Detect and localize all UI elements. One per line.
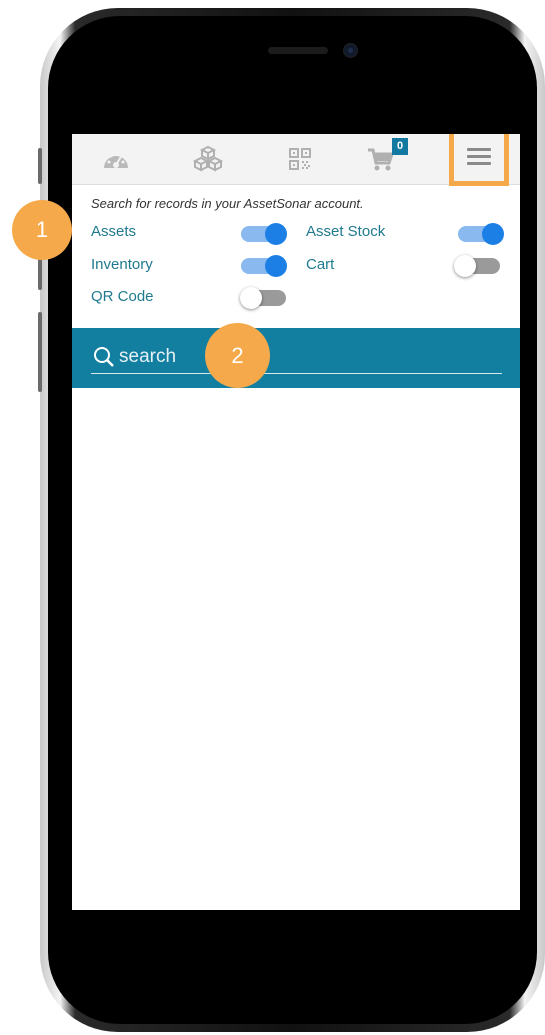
qr-code-icon[interactable] bbox=[283, 144, 317, 174]
search-field bbox=[91, 341, 502, 374]
search-icon bbox=[94, 347, 114, 367]
search-bar bbox=[72, 328, 520, 388]
filter-toggle-asset-stock[interactable] bbox=[458, 223, 504, 245]
dashboard-icon[interactable] bbox=[99, 144, 133, 174]
filter-label-qr-code: QR Code bbox=[91, 288, 154, 305]
step-2-callout: 2 bbox=[205, 323, 270, 388]
phone-speaker bbox=[268, 47, 328, 54]
filter-toggle-cart[interactable] bbox=[454, 255, 500, 277]
filter-toggle-inventory[interactable] bbox=[241, 255, 287, 277]
phone-camera bbox=[343, 43, 358, 58]
assets-cubes-icon[interactable] bbox=[191, 144, 225, 174]
filter-toggle-qr-code[interactable] bbox=[240, 287, 286, 309]
filter-label-inventory: Inventory bbox=[91, 256, 153, 273]
step-1-callout: 1 bbox=[12, 200, 72, 260]
phone-side-button bbox=[38, 148, 42, 184]
app-screen: 0 Search for records in your AssetSonar … bbox=[72, 134, 520, 910]
filter-label-assets: Assets bbox=[91, 223, 137, 240]
filter-label-asset-stock: Asset Stock bbox=[306, 223, 386, 240]
search-input[interactable] bbox=[119, 344, 489, 370]
phone-side-button bbox=[38, 312, 42, 392]
top-toolbar: 0 bbox=[72, 134, 520, 186]
hamburger-menu-icon bbox=[467, 144, 491, 169]
filter-toggle-assets[interactable] bbox=[241, 223, 287, 245]
filter-label-cart: Cart bbox=[306, 256, 335, 273]
hamburger-menu-button[interactable] bbox=[449, 134, 509, 186]
cart-count-badge: 0 bbox=[392, 138, 408, 155]
search-hint-text: Search for records in your AssetSonar ac… bbox=[91, 196, 364, 211]
